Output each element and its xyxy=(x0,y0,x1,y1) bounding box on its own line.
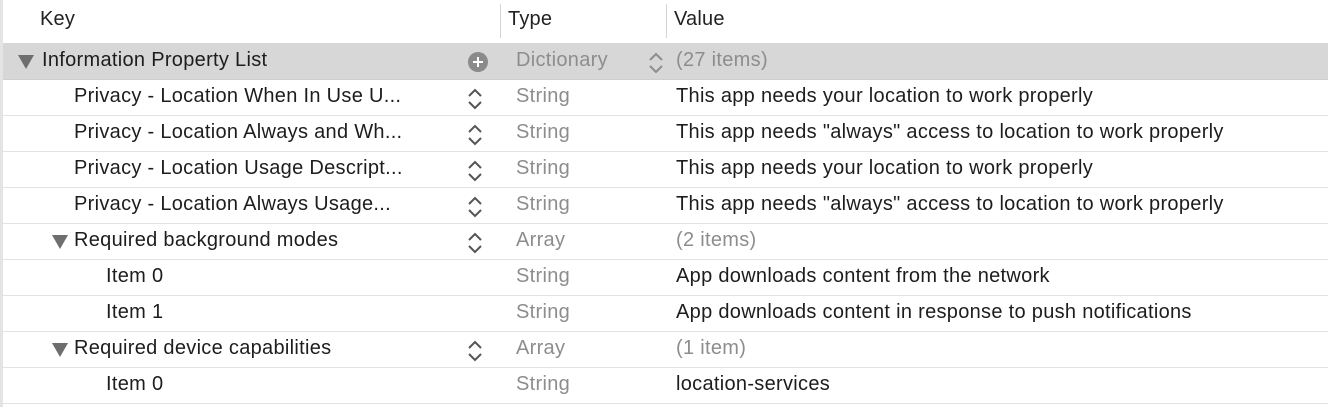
plist-row[interactable]: Privacy - Location When In Use U... Stri… xyxy=(3,80,1328,116)
disclosure-triangle-icon[interactable] xyxy=(52,343,68,357)
row-key[interactable]: Item 0 xyxy=(106,373,163,396)
row-value[interactable]: location-services xyxy=(676,373,830,396)
key-column-header[interactable]: Key xyxy=(40,8,75,31)
column-divider[interactable] xyxy=(500,4,501,38)
add-circle-icon[interactable] xyxy=(468,52,488,72)
column-header: Key Type Value xyxy=(3,0,1328,44)
row-value[interactable]: (27 items) xyxy=(676,49,768,72)
row-type[interactable]: String xyxy=(516,85,570,108)
row-type[interactable]: String xyxy=(516,265,570,288)
up-down-stepper-icon[interactable] xyxy=(466,123,484,147)
plist-row[interactable]: Required background modes Array (2 items… xyxy=(3,224,1328,260)
row-type[interactable]: String xyxy=(516,301,570,324)
row-key[interactable]: Item 1 xyxy=(106,301,163,324)
row-value[interactable]: (2 items) xyxy=(676,229,756,252)
row-value[interactable]: App downloads content from the network xyxy=(676,265,1050,288)
up-down-stepper-icon[interactable] xyxy=(466,87,484,111)
row-key[interactable]: Privacy - Location Always and Wh... xyxy=(74,121,402,144)
row-type[interactable]: String xyxy=(516,373,570,396)
row-key[interactable]: Information Property List xyxy=(42,49,267,72)
row-key[interactable]: Required device capabilities xyxy=(74,337,331,360)
row-value[interactable]: This app needs your location to work pro… xyxy=(676,157,1093,180)
plist-row[interactable]: Item 1 String App downloads content in r… xyxy=(3,296,1328,332)
type-column-header[interactable]: Type xyxy=(508,8,552,31)
plist-row[interactable]: Privacy - Location Usage Descript... Str… xyxy=(3,152,1328,188)
row-type[interactable]: Array xyxy=(516,337,565,360)
up-down-stepper-icon[interactable] xyxy=(466,339,484,363)
plist-row-root[interactable]: Information Property List Dictionary (27… xyxy=(3,44,1328,80)
up-down-stepper-icon[interactable] xyxy=(466,195,484,219)
row-value[interactable]: This app needs your location to work pro… xyxy=(676,85,1093,108)
row-type[interactable]: Array xyxy=(516,229,565,252)
disclosure-triangle-icon[interactable] xyxy=(52,235,68,249)
row-type[interactable]: String xyxy=(516,193,570,216)
row-key[interactable]: Privacy - Location Usage Descript... xyxy=(74,157,403,180)
row-type[interactable]: String xyxy=(516,157,570,180)
column-divider[interactable] xyxy=(666,4,667,38)
row-type[interactable]: Dictionary xyxy=(516,49,608,72)
row-value[interactable]: This app needs "always" access to locati… xyxy=(676,121,1224,144)
up-down-stepper-icon[interactable] xyxy=(466,159,484,183)
value-column-header[interactable]: Value xyxy=(674,8,725,31)
row-key[interactable]: Privacy - Location Always Usage... xyxy=(74,193,391,216)
row-value[interactable]: This app needs "always" access to locati… xyxy=(676,193,1224,216)
plist-row[interactable]: Item 0 String App downloads content from… xyxy=(3,260,1328,296)
plist-row[interactable]: Item 0 String location-services xyxy=(3,368,1328,404)
plist-editor: Key Type Value Information Property List… xyxy=(0,0,1328,407)
row-key[interactable]: Privacy - Location When In Use U... xyxy=(74,85,401,108)
row-value[interactable]: App downloads content in response to pus… xyxy=(676,301,1192,324)
row-type[interactable]: String xyxy=(516,121,570,144)
plist-row[interactable]: Privacy - Location Always and Wh... Stri… xyxy=(3,116,1328,152)
plist-row[interactable]: Required device capabilities Array (1 it… xyxy=(3,332,1328,368)
up-down-stepper-icon[interactable] xyxy=(466,231,484,255)
row-key[interactable]: Required background modes xyxy=(74,229,338,252)
disclosure-triangle-icon[interactable] xyxy=(18,55,34,69)
row-key[interactable]: Item 0 xyxy=(106,265,163,288)
plist-row[interactable]: Privacy - Location Always Usage... Strin… xyxy=(3,188,1328,224)
row-value[interactable]: (1 item) xyxy=(676,337,746,360)
up-down-stepper-icon[interactable] xyxy=(647,51,665,75)
